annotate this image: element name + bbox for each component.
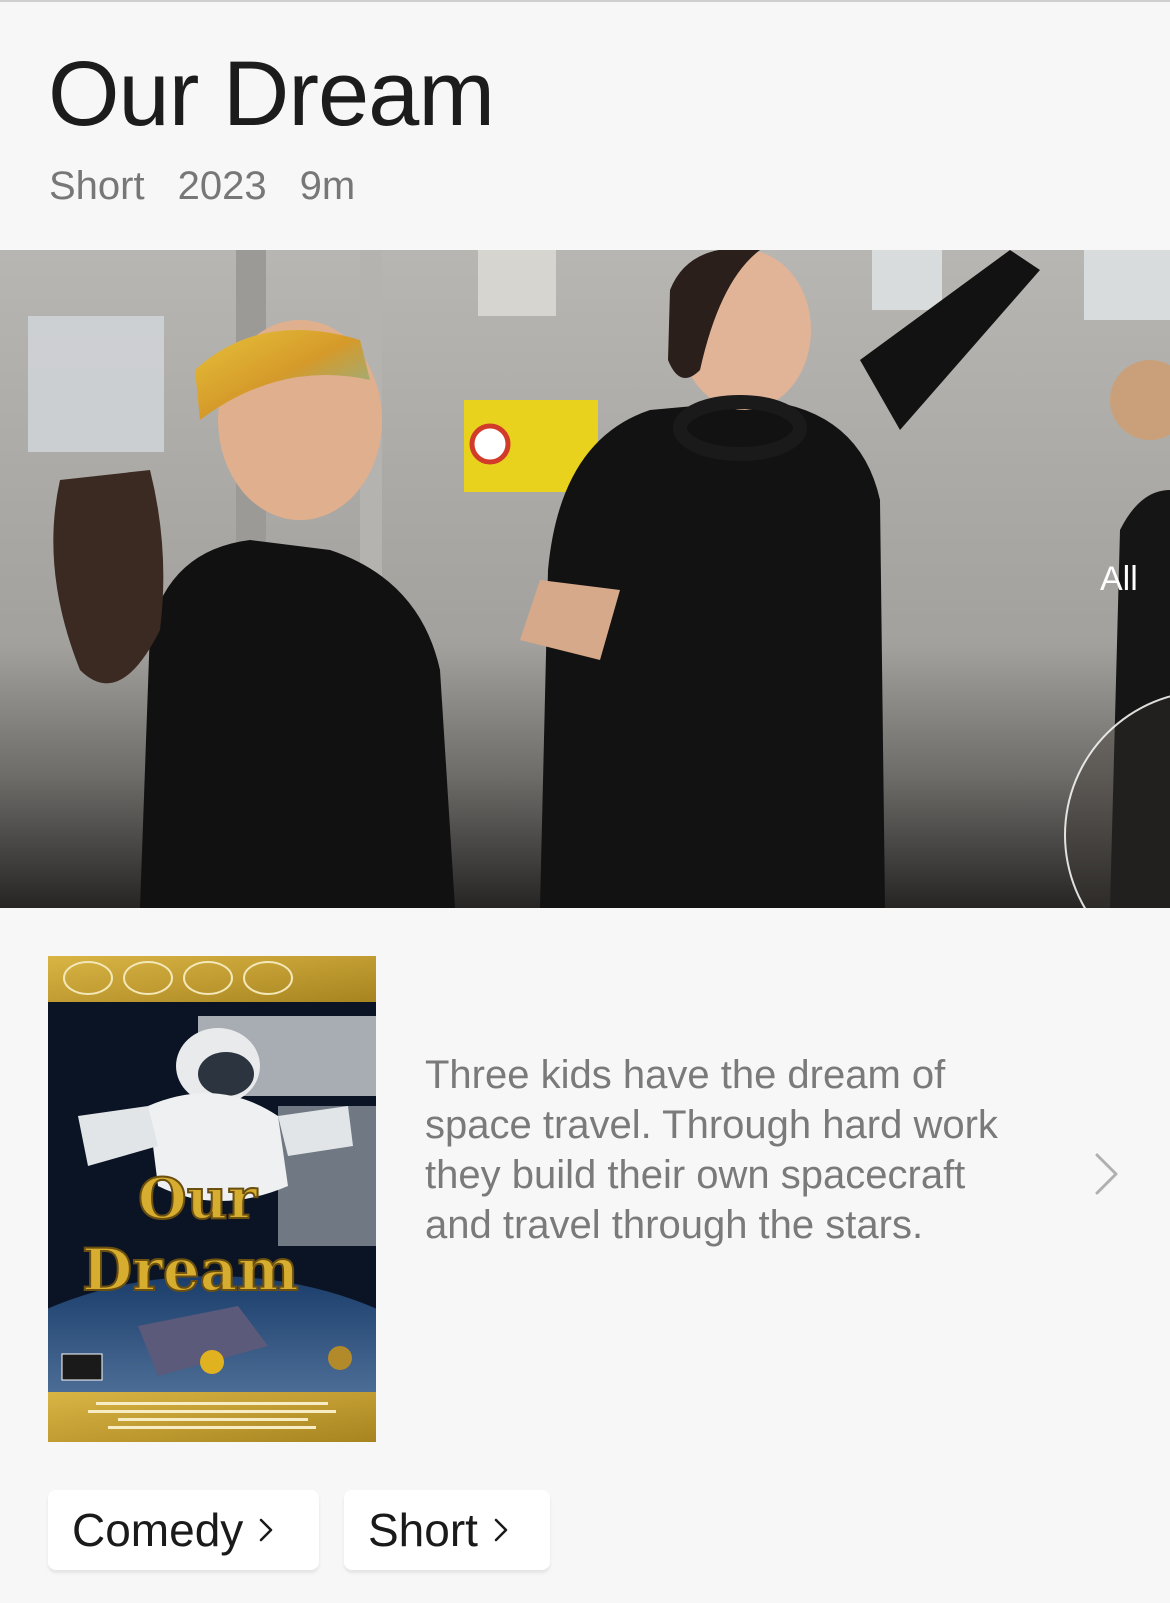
poster-art: Our Dream [48,956,376,1442]
genre-chip-label: Short [368,1504,478,1556]
meta-year: 2023 [177,164,267,208]
meta-runtime: 9m [299,164,356,208]
movie-description[interactable]: Three kids have the dream of space trave… [425,1050,1035,1250]
poster-title-line1: Our [138,1166,258,1232]
view-all-label[interactable]: All [1100,560,1138,599]
hero-illustration [0,250,1170,908]
chevron-right-icon [494,1518,508,1542]
chevron-right-icon[interactable] [1094,1152,1120,1201]
title-metadata: Short 2023 9m [49,166,355,206]
chevron-right-icon [259,1518,273,1542]
page-title: Our Dream [48,43,495,145]
genre-chip-label: Comedy [72,1504,244,1556]
meta-type: Short [49,164,145,208]
poster-title-line2: Dream [82,1236,299,1304]
movie-poster[interactable]: Our Dream [48,956,376,1442]
top-divider [0,0,1170,2]
genre-chip-comedy[interactable]: Comedy [48,1490,319,1570]
genre-chip-short[interactable]: Short [344,1490,550,1570]
hero-image[interactable] [0,250,1170,908]
